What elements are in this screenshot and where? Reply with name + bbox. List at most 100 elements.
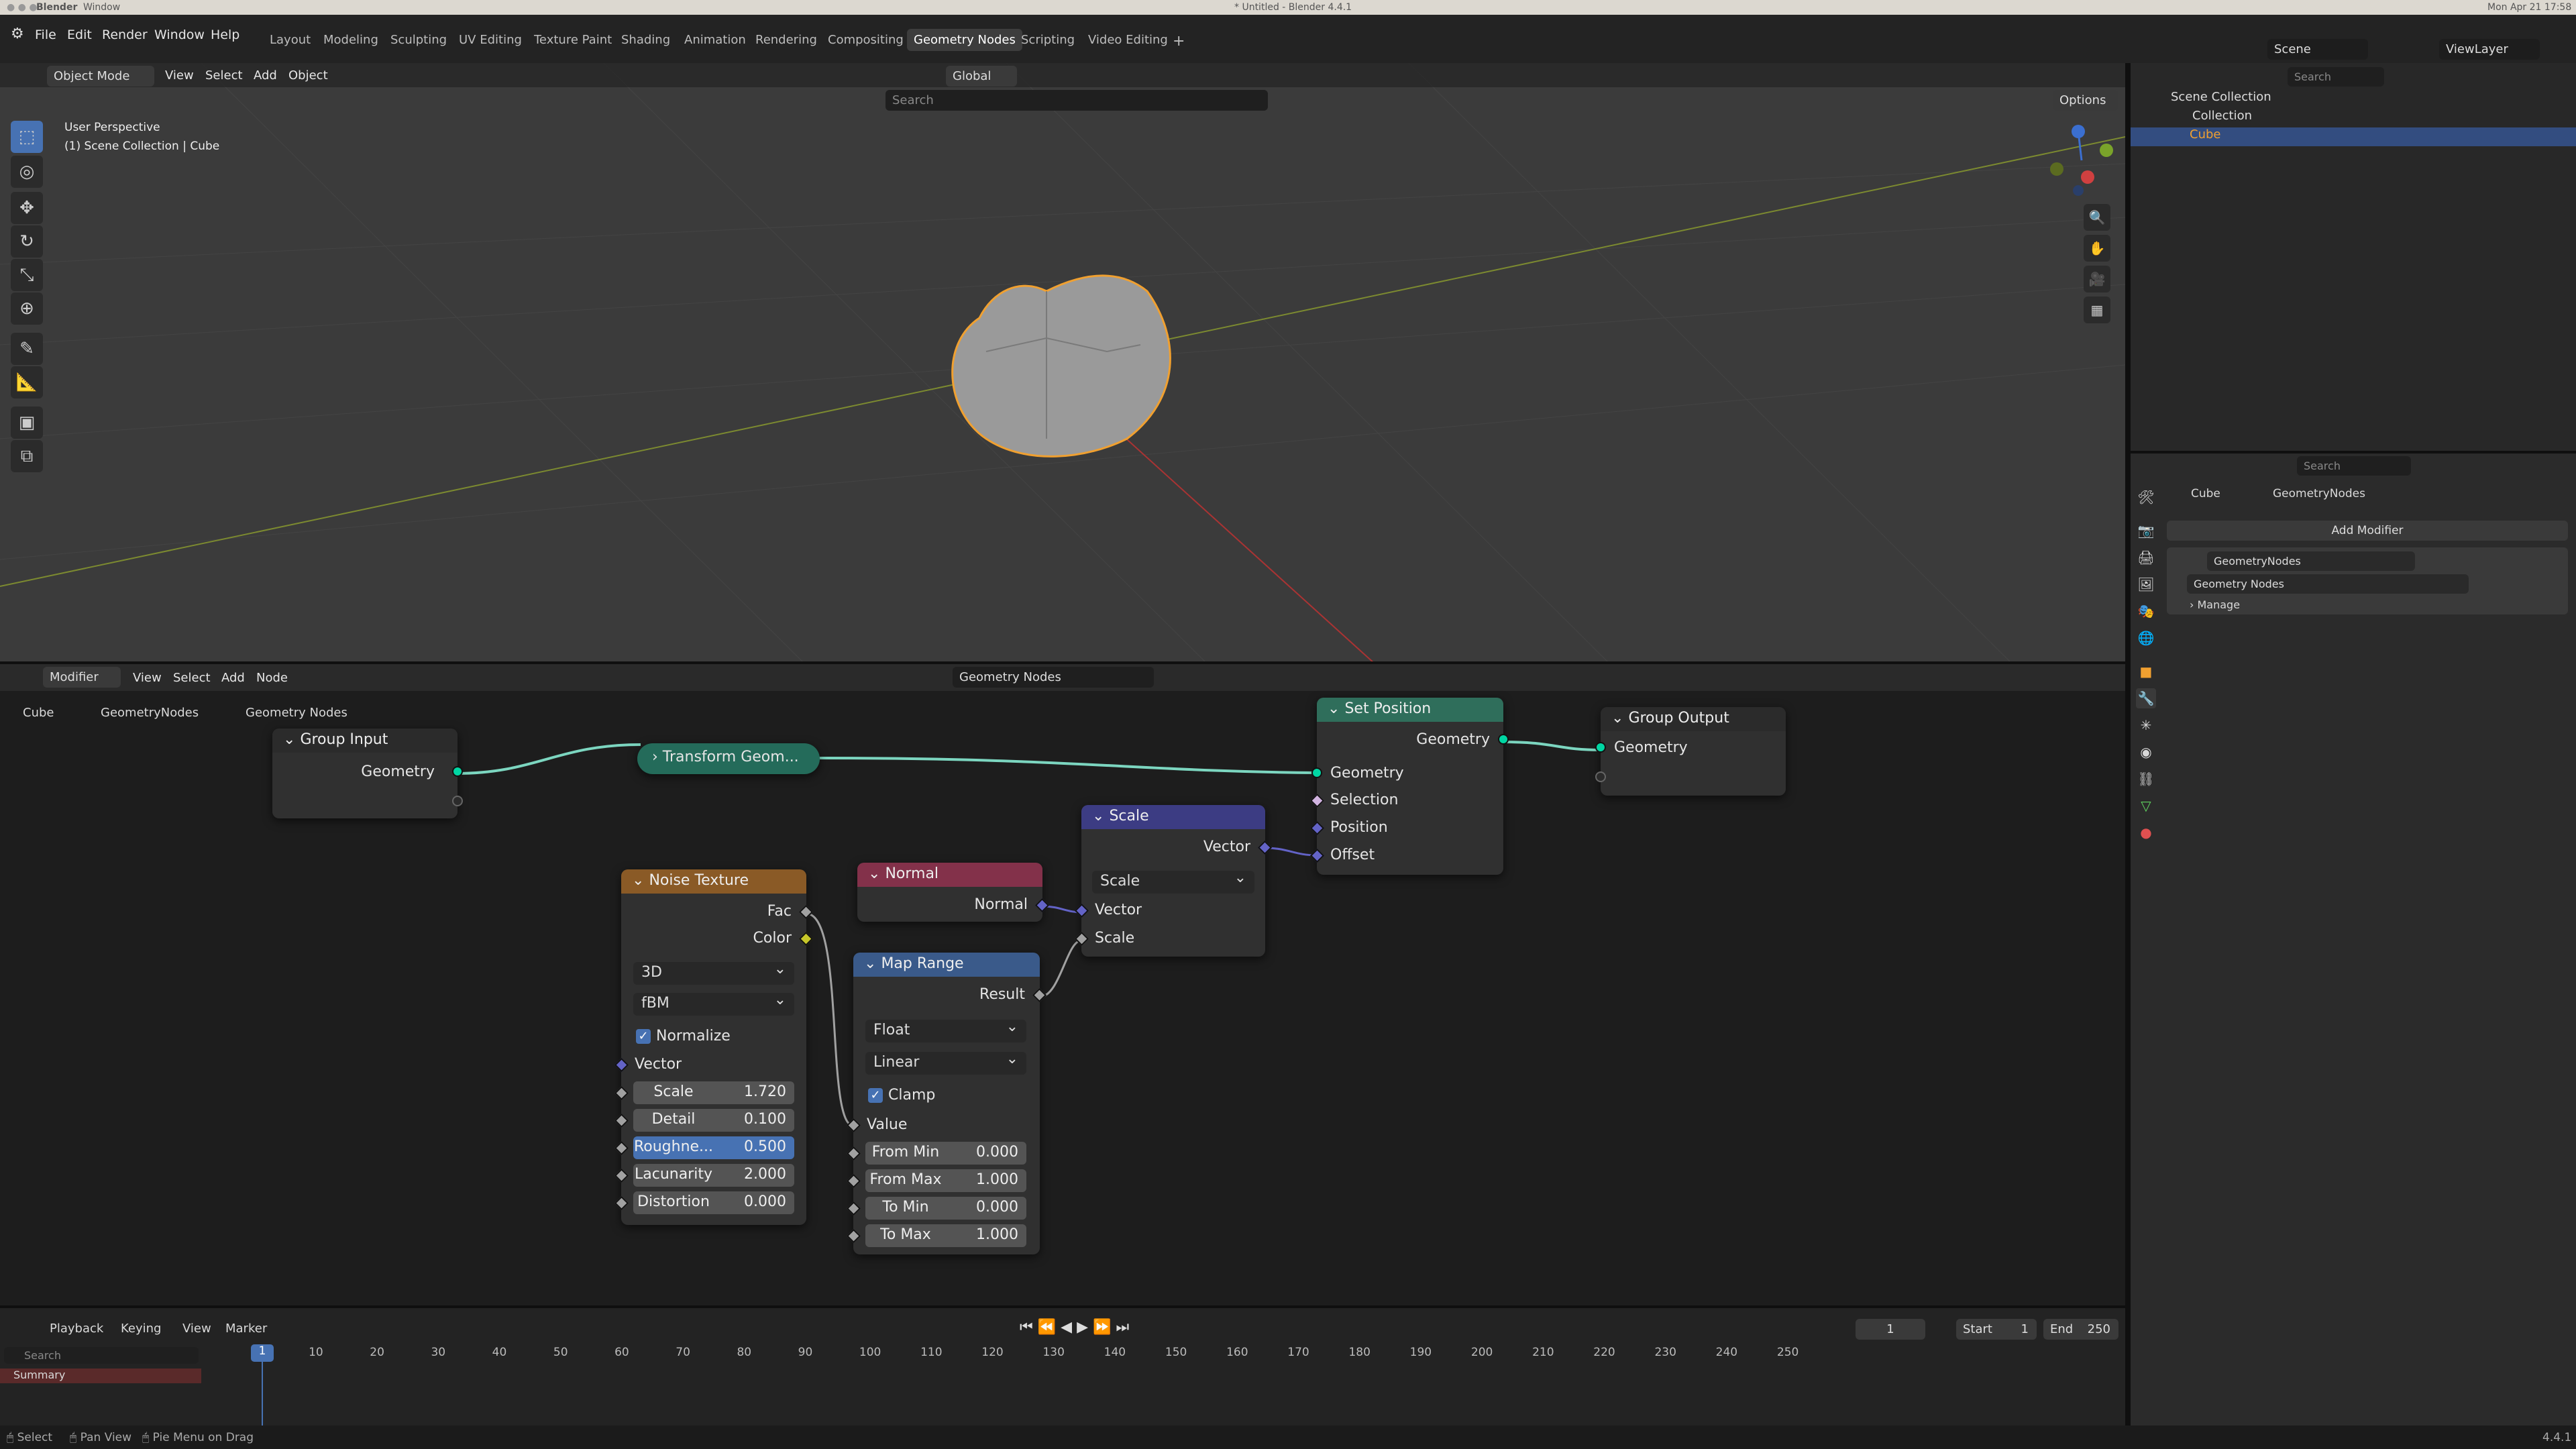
geometry-input-socket[interactable] [1595, 742, 1606, 753]
node-scale[interactable]: ⌄ Scale Vector Scale Vector Scale [1074, 805, 1273, 957]
output-tab-icon[interactable]: 🖨 [2136, 547, 2156, 568]
node-header[interactable]: ⌄ Normal [857, 863, 1042, 887]
node-menu-view[interactable]: View [133, 671, 162, 685]
node-editor-type-selector[interactable]: Modifier [43, 667, 121, 688]
transform-tool-icon[interactable]: ⊕ [11, 292, 43, 325]
timeline-menu-marker[interactable]: Marker [225, 1322, 267, 1336]
node-normal[interactable]: ⌄ Normal Normal [857, 863, 1050, 922]
move-tool-icon[interactable]: ✥ [11, 192, 43, 224]
timeline-menu-playback[interactable]: Playback [50, 1322, 103, 1336]
node-header[interactable]: ⌄ Group Input [272, 729, 458, 753]
from-min-field[interactable]: From Min 0.000 [865, 1142, 1026, 1165]
tab-modeling[interactable]: Modeling [317, 29, 385, 51]
os-app-name[interactable]: Blender [36, 2, 77, 13]
outliner-row-cube[interactable]: Cube [2131, 127, 2576, 146]
3d-viewport[interactable]: User Perspective (1) Scene Collection | … [0, 63, 2125, 664]
node-transform-geometry[interactable]: › Transform Geom... [637, 743, 820, 774]
node-header[interactable]: ⌄ Group Output [1601, 707, 1786, 731]
menu-render[interactable]: Render [102, 28, 148, 42]
measure-tool-icon[interactable]: 📐 [11, 366, 43, 398]
properties-search-input[interactable]: Search [2297, 456, 2411, 476]
operation-dropdown[interactable]: Scale [1092, 869, 1254, 894]
node-group-output[interactable]: ⌄ Group Output Geometry [1595, 707, 1786, 796]
particles-tab-icon[interactable]: ✳ [2136, 715, 2156, 735]
outliner-row-scene-collection[interactable]: Scene Collection [2131, 90, 2576, 109]
world-tab-icon[interactable]: 🌐 [2136, 628, 2156, 648]
cursor-tool-icon[interactable]: ◎ [11, 156, 43, 188]
scene-tab-icon[interactable]: 🎭 [2136, 601, 2156, 621]
tab-scripting[interactable]: Scripting [1014, 29, 1081, 51]
options-button[interactable]: Options [2053, 90, 2118, 111]
properties-editor[interactable]: Search Cube GeometryNodes Add Modifier G… [2131, 453, 2576, 1426]
timeline-search-input[interactable]: Search [4, 1347, 199, 1364]
blender-logo-icon[interactable]: ⚙ [11, 25, 24, 42]
to-max-field[interactable]: To Max 1.000 [865, 1224, 1026, 1247]
tab-sculpting[interactable]: Sculpting [384, 29, 453, 51]
area-divider[interactable] [0, 1305, 2125, 1308]
add-modifier-button[interactable]: Add Modifier [2167, 521, 2568, 541]
manage-panel-toggle[interactable]: › Manage [2190, 598, 2240, 611]
viewlayer-selector[interactable]: ViewLayer [2439, 39, 2540, 60]
physics-tab-icon[interactable]: ◉ [2136, 742, 2156, 762]
tab-texture-paint[interactable]: Texture Paint [527, 29, 619, 51]
node-menu-select[interactable]: Select [173, 671, 211, 685]
tab-animation[interactable]: Animation [678, 29, 753, 51]
current-frame-field[interactable]: 1 [1856, 1319, 1925, 1340]
node-header[interactable]: ⌄ Scale [1081, 805, 1265, 829]
render-tab-icon[interactable]: 📷 [2136, 521, 2156, 541]
orientation-selector[interactable]: Global [946, 66, 1017, 87]
menu-edit[interactable]: Edit [67, 28, 92, 42]
playback-controls[interactable]: ⏮ ⏪ ◀ ▶ ⏩ ⏭ [1020, 1319, 1129, 1336]
tab-uv-editing[interactable]: UV Editing [452, 29, 529, 51]
navigation-gizmo[interactable] [2045, 123, 2118, 197]
geometry-output-socket[interactable] [1498, 734, 1509, 745]
viewport-menu-select[interactable]: Select [205, 68, 243, 83]
tab-compositing[interactable]: Compositing [821, 29, 910, 51]
playhead[interactable]: 1 [251, 1344, 274, 1362]
menu-help[interactable]: Help [211, 28, 239, 42]
timeline-menu-keying[interactable]: Keying [121, 1322, 161, 1336]
camera-icon[interactable]: 🎥 [2084, 266, 2110, 292]
node-tree-selector[interactable]: Geometry Nodes [953, 667, 1154, 688]
timeline-ruler[interactable]: 10 20 30 40 50 60 70 80 90 100 110 120 130 140 150 160 1… [201, 1344, 2125, 1418]
outliner[interactable]: Search Scene Collection Collection Cube [2131, 63, 2576, 452]
view-layer-tab-icon[interactable]: 🖼 [2136, 574, 2156, 594]
viewport-menu-add[interactable]: Add [254, 68, 277, 83]
viewport-search-input[interactable]: Search [885, 90, 1268, 111]
zoom-icon[interactable]: 🔍 [2084, 204, 2110, 231]
breadcrumb-node-group[interactable]: Geometry Nodes [246, 706, 347, 720]
tab-rendering[interactable]: Rendering [749, 29, 824, 51]
scale-tool-icon[interactable]: ⤡ [11, 259, 43, 291]
viewport-menu-view[interactable]: View [165, 68, 194, 83]
pan-hand-icon[interactable]: ✋ [2084, 235, 2110, 262]
modifier-name-field[interactable]: GeometryNodes [2207, 551, 2415, 571]
menu-window[interactable]: Window [154, 28, 205, 42]
timeline-menu-view[interactable]: View [182, 1322, 211, 1336]
data-type-dropdown[interactable]: Float [865, 1018, 1026, 1042]
clamp-checkbox[interactable]: ✓ [868, 1088, 883, 1103]
breadcrumb-modifier[interactable]: GeometryNodes [101, 706, 199, 720]
to-min-field[interactable]: To Min 0.000 [865, 1197, 1026, 1220]
area-divider[interactable] [0, 661, 2125, 664]
from-max-field[interactable]: From Max 1.000 [865, 1169, 1026, 1192]
node-set-position[interactable]: ⌄ Set Position Geometry Geometry Selecti… [1309, 698, 1509, 875]
roughness-field[interactable]: Roughne... 0.500 [633, 1136, 794, 1159]
geometry-output-socket[interactable] [452, 766, 463, 777]
end-frame-field[interactable]: End 250 [2043, 1319, 2118, 1340]
dimensions-dropdown[interactable]: 3D [633, 961, 794, 985]
window-controls[interactable]: ● ● ● [7, 2, 38, 13]
area-divider[interactable] [2131, 451, 2576, 453]
detail-field[interactable]: Detail 0.100 [633, 1109, 794, 1132]
constraints-tab-icon[interactable]: ⛓ [2136, 769, 2156, 789]
scale-field[interactable]: Scale 1.720 [633, 1081, 794, 1104]
rotate-tool-icon[interactable]: ↻ [11, 225, 43, 258]
tab-layout[interactable]: Layout [263, 29, 317, 51]
extrude-tool-icon[interactable]: ⧉ [11, 440, 43, 472]
node-menu-add[interactable]: Add [221, 671, 245, 685]
outliner-search-input[interactable]: Search [2288, 67, 2384, 87]
mode-selector[interactable]: Object Mode [47, 66, 154, 87]
add-workspace-icon[interactable]: + [1166, 29, 1191, 54]
empty-output-socket[interactable] [452, 796, 463, 806]
viewport-menu-object[interactable]: Object [288, 68, 328, 83]
node-header[interactable]: ⌄ Set Position [1317, 698, 1503, 722]
